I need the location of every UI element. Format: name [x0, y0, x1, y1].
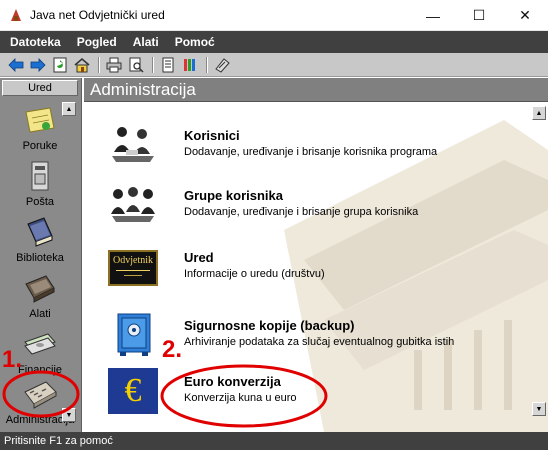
sidebar-item-label: Poruke: [22, 140, 58, 152]
home-icon[interactable]: [72, 55, 92, 75]
sidebar-item-label: Pošta: [25, 196, 55, 208]
list-item-sigurnosne-kopije[interactable]: Sigurnosne kopije (backup) Arhiviranje p…: [84, 312, 524, 368]
close-button[interactable]: ✕: [502, 0, 548, 31]
entry-description: Dodavanje, uređivanje i brisanje korisni…: [184, 146, 438, 158]
entry-title: Ured: [184, 250, 214, 265]
status-bar: Pritisnite F1 za pomoć: [0, 432, 548, 450]
safe-icon: [117, 313, 151, 356]
app-logo-icon: [11, 9, 21, 21]
forward-arrow-icon[interactable]: [28, 55, 48, 75]
print-icon[interactable]: [104, 55, 124, 75]
menu-datoteka[interactable]: Datoteka: [10, 35, 61, 49]
back-arrow-icon[interactable]: [6, 55, 26, 75]
menu-pomoc[interactable]: Pomoć: [175, 35, 215, 49]
content-scroll-up-button[interactable]: ▲: [532, 106, 546, 120]
content-header: Administracija: [84, 78, 548, 102]
pens-icon[interactable]: [180, 55, 200, 75]
mixer-console-icon: [24, 381, 57, 409]
entry-description: Informacije o uredu (društvu): [184, 268, 325, 280]
sidebar-item-alati[interactable]: Alati: [0, 270, 80, 324]
title-bar: Java net Odvjetnički ured — ☐ ✕: [0, 0, 548, 31]
entry-title: Euro konverzija: [184, 374, 281, 389]
list-item-euro-konverzija[interactable]: € Euro konverzija Konverzija kuna u euro: [84, 368, 524, 424]
sidebar-item-posta[interactable]: Pošta: [0, 158, 80, 212]
office-sign-text: Odvjetnik: [113, 255, 153, 266]
toolbar-separator: [152, 56, 154, 73]
entry-description: Arhiviranje podataka za slučaj eventualn…: [184, 336, 455, 348]
sidebar-item-biblioteka[interactable]: Biblioteka: [0, 214, 80, 268]
book-icon: [27, 217, 53, 247]
sidebar-header[interactable]: Ured: [2, 80, 78, 96]
euro-icon: €: [108, 368, 158, 414]
sidebar-item-label: Alati: [29, 308, 51, 320]
content-scroll-down-button[interactable]: ▼: [532, 402, 546, 416]
entry-title: Sigurnosne kopije (backup): [184, 318, 355, 333]
users-meeting-icon: [112, 127, 154, 162]
toolbar-separator: [98, 56, 100, 73]
refresh-icon[interactable]: [50, 55, 70, 75]
mailbox-icon: [31, 161, 49, 191]
money-icon: [24, 333, 56, 355]
toolbar: [0, 53, 548, 77]
main-content: Administracija ▲ Korisnici Dodavanje, ur…: [84, 78, 548, 432]
maximize-button[interactable]: ☐: [456, 0, 502, 31]
toolbar-separator: [206, 56, 208, 73]
entry-description: Dodavanje, uređivanje i brisanje grupa k…: [184, 206, 419, 218]
entry-description: Konverzija kuna u euro: [184, 392, 297, 404]
calculator-icon[interactable]: [212, 55, 232, 75]
annotation-step-2: 2.: [162, 336, 183, 363]
toolbox-icon: [25, 275, 55, 303]
office-sign-line: [116, 270, 150, 271]
page-title: Administracija: [90, 80, 196, 99]
user-group-icon: [111, 187, 155, 222]
list-item-ured[interactable]: Odvjetnik Ured Informacije o uredu (druš…: [84, 244, 524, 300]
sidebar-scroll-down-button[interactable]: ▼: [62, 408, 76, 422]
entry-title: Grupe korisnika: [184, 188, 283, 203]
print-preview-icon[interactable]: [126, 55, 146, 75]
office-sign-line: [124, 275, 142, 276]
sidebar: Ured ▲ Poruke Pošta Biblioteka Alati Fin…: [0, 78, 82, 432]
window-title: Java net Odvjetnički ured: [30, 8, 165, 22]
sidebar-item-label: Biblioteka: [16, 252, 64, 264]
document-icon[interactable]: [158, 55, 178, 75]
menu-pogled[interactable]: Pogled: [77, 35, 117, 49]
euro-symbol: €: [124, 372, 142, 409]
sticky-note-icon: [25, 107, 55, 133]
minimize-button[interactable]: —: [410, 0, 456, 31]
menu-bar: Datoteka Pogled Alati Pomoć: [0, 31, 548, 53]
office-sign-icon: Odvjetnik: [108, 250, 158, 286]
entry-title: Korisnici: [184, 128, 240, 143]
sidebar-item-poruke[interactable]: Poruke: [0, 102, 80, 156]
list-item-grupe-korisnika[interactable]: Grupe korisnika Dodavanje, uređivanje i …: [84, 182, 524, 238]
list-item-korisnici[interactable]: Korisnici Dodavanje, uređivanje i brisan…: [84, 122, 524, 178]
annotation-step-1: 1.: [2, 346, 23, 373]
menu-alati[interactable]: Alati: [133, 35, 159, 49]
